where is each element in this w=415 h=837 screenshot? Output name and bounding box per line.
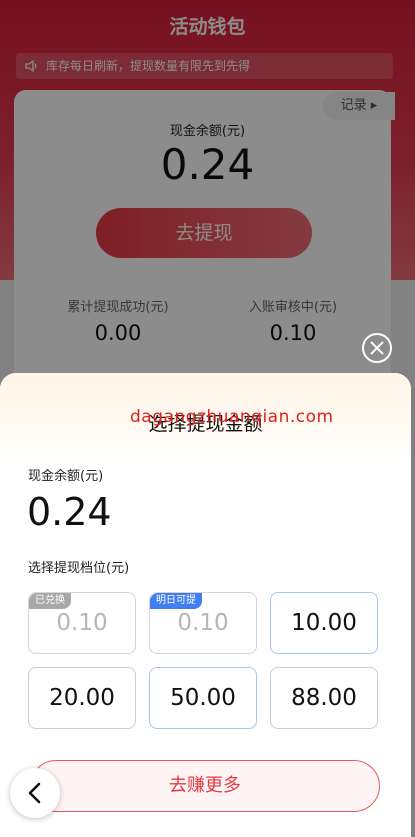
sheet-header: 选择提现金额 dagangzhuanqian.com <box>0 373 411 463</box>
close-button[interactable] <box>362 333 392 363</box>
sheet-balance-value: 0.24 <box>27 490 112 534</box>
tier-amount: 10.00 <box>291 610 357 636</box>
tier-amount: 50.00 <box>170 685 236 711</box>
close-icon <box>370 341 384 355</box>
redeemed-badge: 已兑换 <box>29 593 71 609</box>
watermark: dagangzhuanqian.com <box>130 407 334 427</box>
earn-more-button[interactable]: 去赚更多 <box>30 760 380 812</box>
chevron-left-icon <box>28 782 41 804</box>
sheet-balance-label: 现金余额(元) <box>28 469 104 484</box>
tier-option[interactable]: 50.00 <box>149 667 257 729</box>
tier-amount: 0.10 <box>56 610 108 636</box>
tier-amount: 88.00 <box>291 685 357 711</box>
tomorrow-badge: 明日可提 <box>150 593 202 609</box>
tier-option[interactable]: 88.00 <box>270 667 378 729</box>
back-button[interactable] <box>10 768 60 818</box>
tier-option[interactable]: 20.00 <box>28 667 136 729</box>
tier-section-label: 选择提现档位(元) <box>28 561 130 576</box>
tier-amount: 20.00 <box>49 685 115 711</box>
tier-option[interactable]: 明日可提 0.10 <box>149 592 257 654</box>
tier-amount: 0.10 <box>177 610 229 636</box>
tier-option[interactable]: 10.00 <box>270 592 378 654</box>
tier-option[interactable]: 已兑换 0.10 <box>28 592 136 654</box>
